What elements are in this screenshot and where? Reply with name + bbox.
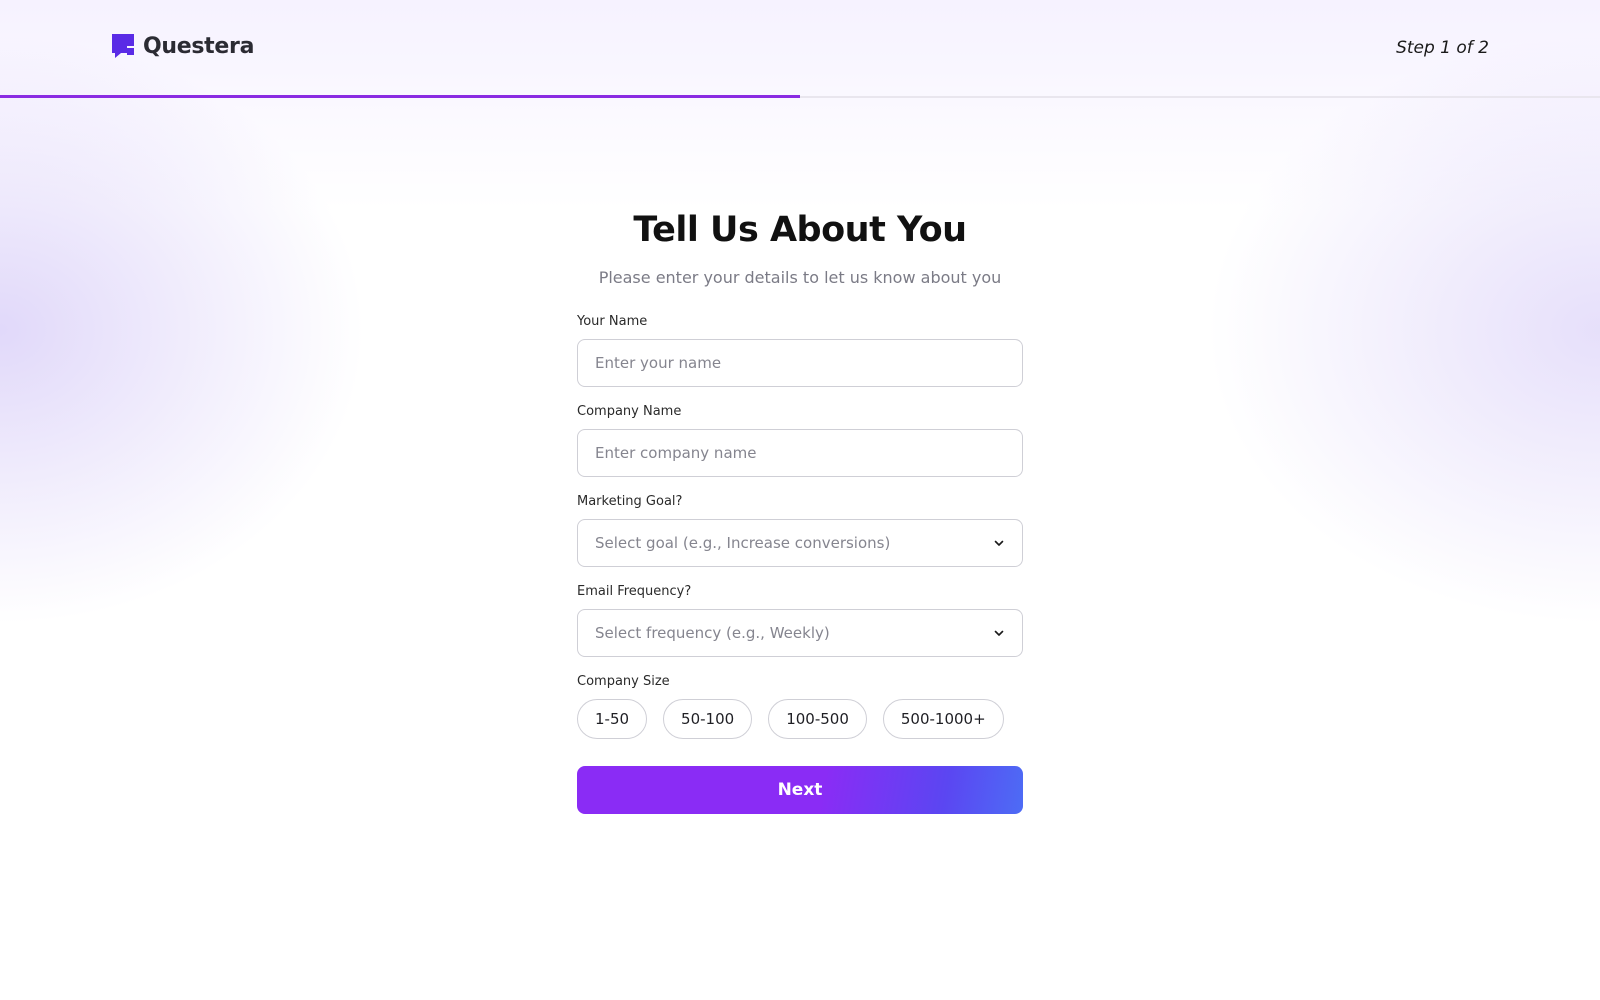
company-size-option[interactable]: 100-500 xyxy=(768,699,867,739)
company-size-option[interactable]: 50-100 xyxy=(663,699,753,739)
brand-logo[interactable]: Questera xyxy=(111,33,254,59)
next-button[interactable]: Next xyxy=(577,766,1023,814)
progress-bar-fill xyxy=(0,95,800,98)
name-input[interactable] xyxy=(595,354,1005,372)
frequency-field-group: Email Frequency? Select frequency (e.g.,… xyxy=(577,584,1023,657)
name-field-group: Your Name xyxy=(577,314,1023,387)
chevron-down-icon xyxy=(994,540,1004,546)
company-input-box xyxy=(577,429,1023,477)
page-title: Tell Us About You xyxy=(633,210,967,250)
top-bar: Questera Step 1 of 2 xyxy=(0,0,1600,98)
company-size-label: Company Size xyxy=(577,674,670,689)
brand-name: Questera xyxy=(143,33,255,59)
page-subtitle: Please enter your details to let us know… xyxy=(598,268,1002,287)
company-size-option[interactable]: 500-1000+ xyxy=(882,699,1004,739)
goal-select[interactable]: Select goal (e.g., Increase conversions) xyxy=(577,519,1023,567)
frequency-select-placeholder: Select frequency (e.g., Weekly) xyxy=(595,624,830,642)
name-label: Your Name xyxy=(577,314,648,329)
company-input[interactable] xyxy=(595,444,1005,462)
step-indicator: Step 1 of 2 xyxy=(1396,38,1489,58)
frequency-label: Email Frequency? xyxy=(577,584,692,599)
company-size-option[interactable]: 1-50 xyxy=(577,699,648,739)
name-input-box xyxy=(577,339,1023,387)
frequency-select[interactable]: Select frequency (e.g., Weekly) xyxy=(577,609,1023,657)
progress-bar xyxy=(0,95,1600,98)
company-size-options: 1-50 50-100 100-500 500-1000+ xyxy=(577,699,1023,739)
company-field-group: Company Name xyxy=(577,404,1023,477)
goal-label: Marketing Goal? xyxy=(577,494,683,509)
goal-field-group: Marketing Goal? Select goal (e.g., Incre… xyxy=(577,494,1023,567)
questera-logo-icon xyxy=(112,34,134,58)
company-size-group: Company Size 1-50 50-100 100-500 500-100… xyxy=(577,674,1023,739)
company-label: Company Name xyxy=(577,404,682,419)
goal-select-placeholder: Select goal (e.g., Increase conversions) xyxy=(595,534,891,552)
chevron-down-icon xyxy=(994,630,1004,636)
onboarding-form: Tell Us About You Please enter your deta… xyxy=(577,210,1023,814)
